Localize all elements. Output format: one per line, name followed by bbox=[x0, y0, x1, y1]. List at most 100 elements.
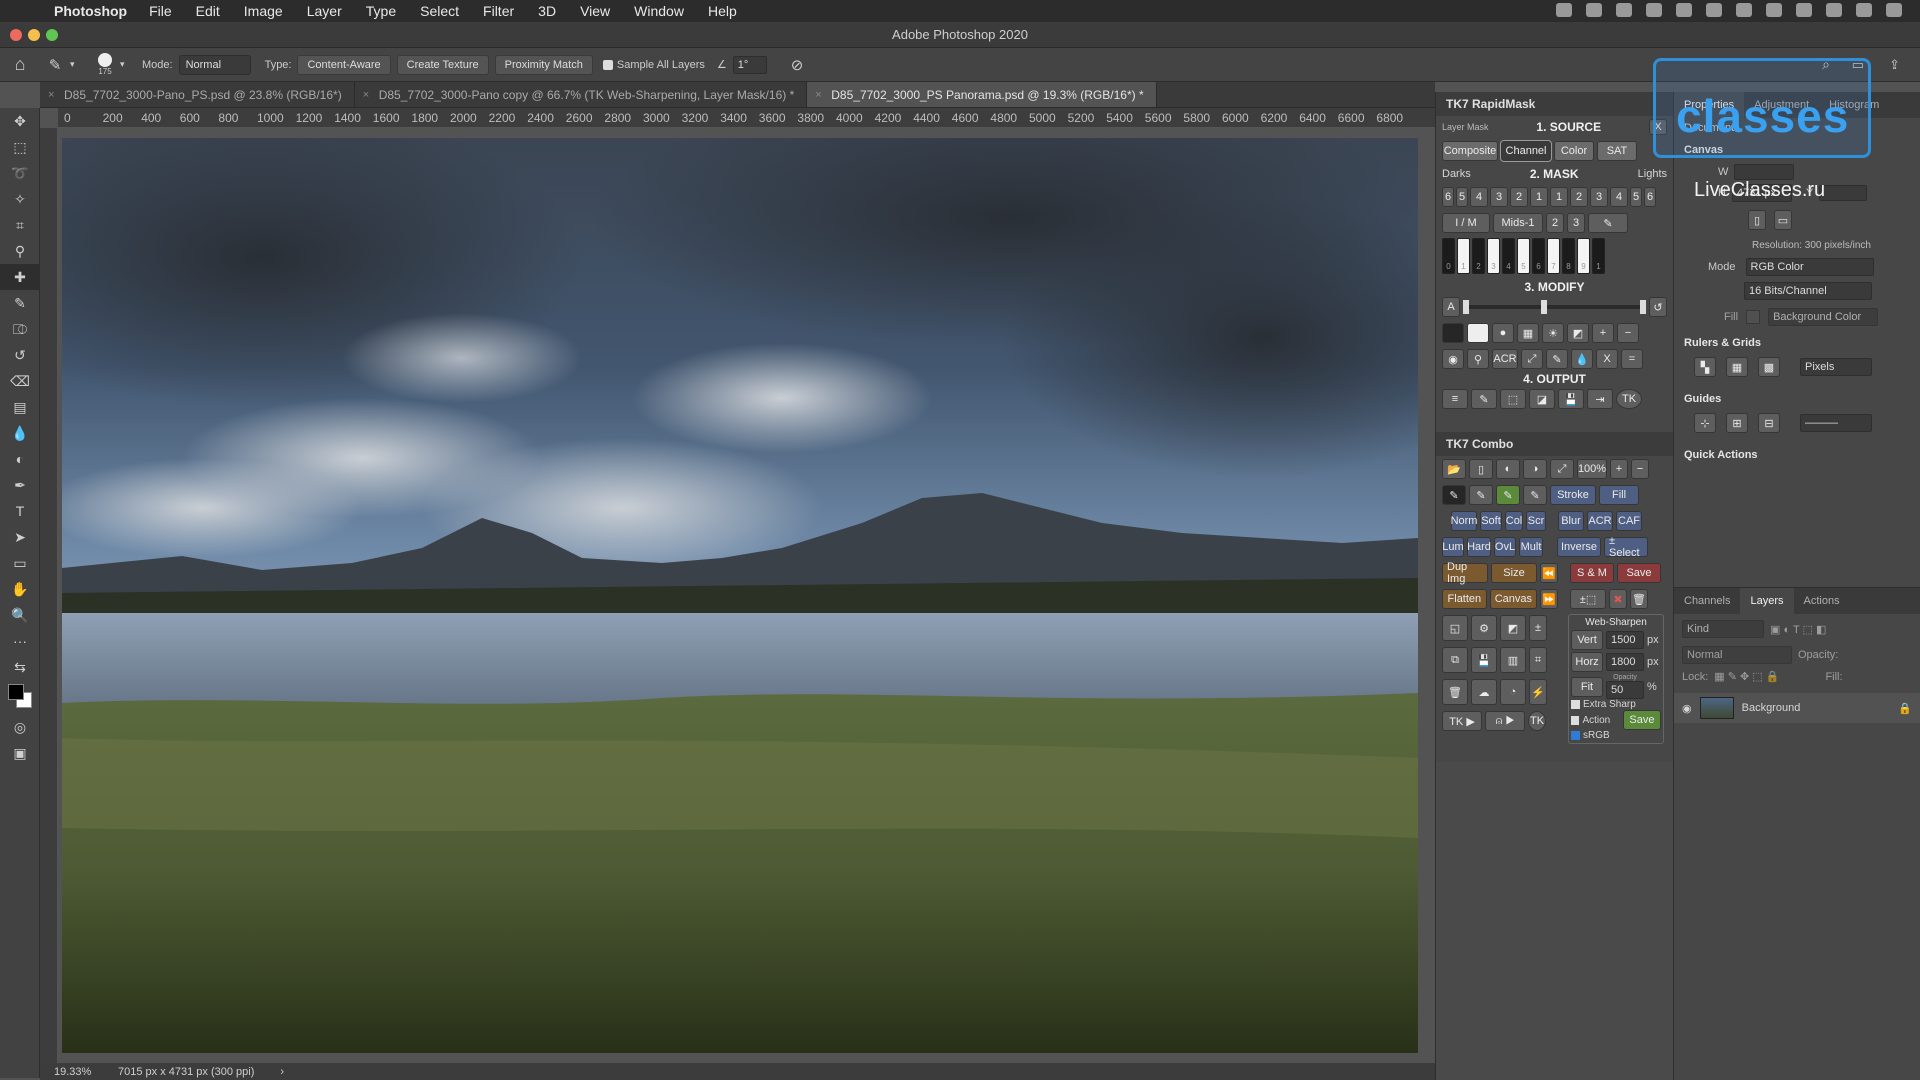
minimize-window-button[interactable] bbox=[28, 29, 40, 41]
dark-zone-6[interactable]: 6 bbox=[1442, 187, 1454, 207]
color-swatches[interactable] bbox=[0, 680, 40, 714]
dark-zone-1[interactable]: 1 bbox=[1530, 187, 1548, 207]
brush-green-icon[interactable]: ✎ bbox=[1496, 485, 1520, 505]
hard-button[interactable]: Hard bbox=[1467, 537, 1491, 557]
menu-layer[interactable]: Layer bbox=[307, 3, 342, 19]
delete-icon[interactable]: ✖ bbox=[1609, 589, 1627, 609]
brush-output-icon[interactable]: ✎ bbox=[1471, 389, 1497, 409]
brush-white-icon[interactable]: ✎ bbox=[1469, 485, 1493, 505]
circle-half-icon[interactable]: ◑ bbox=[1523, 459, 1547, 479]
guide-style-select[interactable]: ——— bbox=[1800, 414, 1872, 432]
volume-icon[interactable] bbox=[1766, 3, 1782, 17]
dark-zone-3[interactable]: 3 bbox=[1490, 187, 1508, 207]
tray-icon[interactable] bbox=[1706, 3, 1722, 17]
mult-button[interactable]: Mult bbox=[1519, 537, 1543, 557]
curves-icon[interactable]: ◩ bbox=[1567, 323, 1589, 343]
brush-preset-picker[interactable]: 175 bbox=[90, 53, 120, 76]
proximity-match-button[interactable]: Proximity Match bbox=[494, 54, 593, 75]
document-tab[interactable]: × D85_7702_3000-Pano copy @ 66.7% (TK Web… bbox=[355, 82, 808, 107]
bit-depth-select[interactable]: 16 Bits/Channel bbox=[1744, 282, 1872, 300]
screen-mode-icon[interactable]: ▣ bbox=[0, 740, 40, 766]
tab-channels[interactable]: Channels bbox=[1674, 588, 1740, 614]
layer-row[interactable]: ◉ Background 🔒 bbox=[1674, 693, 1920, 723]
cloud-icon[interactable]: ☁ bbox=[1471, 679, 1497, 705]
drop-icon[interactable]: 💧 bbox=[1571, 349, 1593, 369]
srgb-checkbox[interactable] bbox=[1571, 731, 1580, 740]
brush-tool-icon[interactable]: ✎ bbox=[0, 290, 40, 316]
blur-tool-icon[interactable]: 💧 bbox=[0, 420, 40, 446]
mode-select[interactable]: Normal bbox=[178, 54, 251, 75]
new-doc-icon[interactable]: ▯ bbox=[1469, 459, 1493, 479]
grid-icon[interactable]: ▦ bbox=[1517, 323, 1539, 343]
horz-input[interactable]: 1800 bbox=[1606, 653, 1644, 671]
opacity-input[interactable]: 50 bbox=[1606, 681, 1644, 699]
share-icon[interactable]: ⇪ bbox=[1889, 57, 1900, 73]
y-field[interactable] bbox=[1819, 185, 1868, 201]
auto-button[interactable]: A bbox=[1442, 297, 1460, 317]
slider-handle[interactable] bbox=[1463, 300, 1469, 314]
zoom-level[interactable]: 19.33% bbox=[54, 1066, 104, 1078]
flatten-button[interactable]: Flatten bbox=[1442, 589, 1487, 609]
black-fill-button[interactable] bbox=[1442, 323, 1464, 343]
mids-3-button[interactable]: 3 bbox=[1567, 213, 1585, 233]
hand-tool-icon[interactable]: ✋ bbox=[0, 576, 40, 602]
tray-icon[interactable] bbox=[1586, 3, 1602, 17]
action-checkbox[interactable] bbox=[1571, 715, 1580, 725]
menu-select[interactable]: Select bbox=[420, 3, 459, 19]
move-tool-icon[interactable]: ✥ bbox=[0, 108, 40, 134]
visibility-eye-icon[interactable]: ◉ bbox=[1682, 702, 1692, 715]
zone-key[interactable]: 9 bbox=[1577, 238, 1590, 274]
zone-key[interactable]: 7 bbox=[1547, 238, 1560, 274]
crop-tool-icon[interactable]: ⌗ bbox=[0, 212, 40, 238]
landscape-icon[interactable]: ▭ bbox=[1774, 210, 1792, 230]
layer-name[interactable]: Background bbox=[1742, 702, 1891, 714]
tk-play-button[interactable]: TK ▶ bbox=[1442, 711, 1482, 731]
guide-layout-icon[interactable]: ⊟ bbox=[1758, 413, 1780, 433]
document-tab-active[interactable]: × D85_7702_3000_PS Panorama.psd @ 19.3% (… bbox=[807, 82, 1157, 107]
gradient-icon[interactable]: ▥ bbox=[1500, 647, 1526, 673]
document-info[interactable]: 7015 px x 4731 px (300 ppi) bbox=[118, 1066, 254, 1078]
tab-actions[interactable]: Actions bbox=[1794, 588, 1850, 614]
s-and-m-button[interactable]: S & M bbox=[1570, 563, 1614, 583]
quick-mask-icon[interactable]: ◎ bbox=[0, 714, 40, 740]
layer-icon[interactable]: ◱ bbox=[1442, 615, 1468, 641]
blend-mode-select[interactable]: Normal bbox=[1682, 646, 1792, 664]
save-icon[interactable]: 💾 bbox=[1471, 647, 1497, 673]
dark-zone-2[interactable]: 2 bbox=[1510, 187, 1528, 207]
eyedropper-tool-icon[interactable]: ⚲ bbox=[0, 238, 40, 264]
menu-3d[interactable]: 3D bbox=[538, 3, 556, 19]
slider-handle[interactable] bbox=[1640, 300, 1646, 314]
scr-button[interactable]: Scr bbox=[1526, 511, 1546, 531]
type-tool-icon[interactable]: T bbox=[0, 498, 40, 524]
zoom-100-button[interactable]: 100% bbox=[1577, 459, 1607, 479]
lightning-icon[interactable]: ⚡ bbox=[1529, 679, 1547, 705]
units-select[interactable]: Pixels bbox=[1800, 358, 1872, 376]
acr-button[interactable]: ACR bbox=[1492, 349, 1518, 369]
menu-view[interactable]: View bbox=[580, 3, 610, 19]
dark-zone-5[interactable]: 5 bbox=[1456, 187, 1468, 207]
width-field[interactable] bbox=[1734, 164, 1795, 180]
menu-image[interactable]: Image bbox=[244, 3, 283, 19]
sample-all-layers-checkbox[interactable] bbox=[602, 59, 613, 70]
channel-button[interactable]: Channel bbox=[1500, 140, 1552, 162]
tray-icon[interactable] bbox=[1676, 3, 1692, 17]
white-fill-button[interactable] bbox=[1467, 323, 1489, 343]
zone-key[interactable]: 5 bbox=[1517, 238, 1530, 274]
zoom-tool-icon[interactable]: 🔍 bbox=[0, 602, 40, 628]
pressure-size-icon[interactable]: ⊘ bbox=[791, 56, 804, 74]
close-tab-icon[interactable]: × bbox=[48, 82, 54, 108]
expand-icon[interactable]: ⤢ bbox=[1521, 349, 1543, 369]
marquee-tool-icon[interactable]: ⬚ bbox=[0, 134, 40, 160]
guides-section[interactable]: Guides bbox=[1674, 387, 1920, 411]
fill-select[interactable]: Background Color bbox=[1768, 308, 1879, 326]
pen-tool-icon[interactable]: ✒ bbox=[0, 472, 40, 498]
lock-icons[interactable]: ▦ ✎ ✥ ⬚ 🔒 bbox=[1714, 670, 1779, 683]
export-icon[interactable]: ⇥ bbox=[1587, 389, 1613, 409]
close-tab-icon[interactable]: × bbox=[363, 82, 369, 108]
pie-icon[interactable]: ◔ bbox=[1500, 679, 1526, 705]
list-icon[interactable] bbox=[1886, 3, 1902, 17]
filter-kind-select[interactable]: Kind bbox=[1682, 620, 1764, 638]
col-button[interactable]: Col bbox=[1505, 511, 1523, 531]
menu-file[interactable]: File bbox=[149, 3, 172, 19]
fill-button[interactable]: Fill bbox=[1599, 485, 1639, 505]
